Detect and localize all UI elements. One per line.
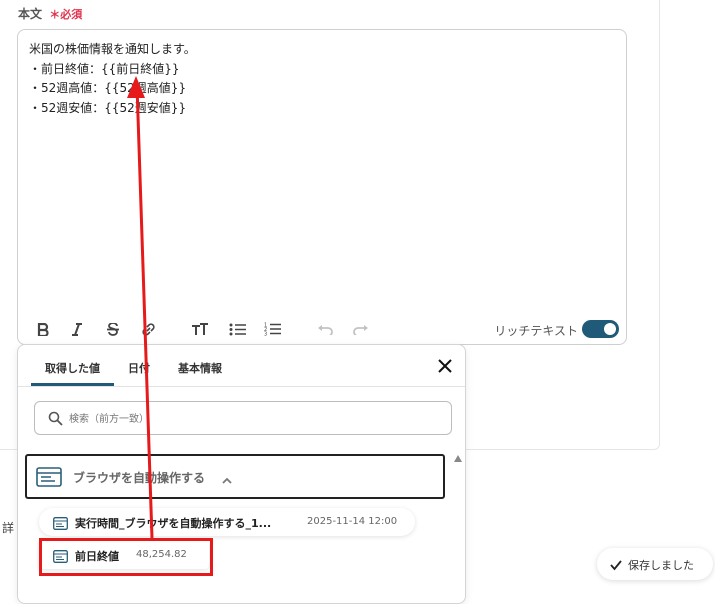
editor-line: ・前日終値：{{前日終値}} — [29, 61, 180, 76]
tab-date[interactable]: 日付 — [128, 360, 150, 376]
bold-icon[interactable] — [34, 320, 52, 338]
required-badge: ＊必須 — [49, 8, 83, 21]
field-label-text: 本文 — [18, 7, 43, 21]
list-item-value: 48,254.82 — [136, 549, 187, 560]
chevron-up-icon[interactable] — [221, 471, 233, 484]
link-icon[interactable] — [139, 320, 157, 338]
italic-icon[interactable] — [68, 320, 86, 338]
undo-icon[interactable] — [316, 320, 334, 338]
list-item-previous-close[interactable]: 前日終値 48,254.82 — [39, 541, 209, 569]
search-input[interactable] — [69, 409, 429, 429]
group-browser-automation[interactable]: ブラウザを自動操作する — [25, 454, 445, 499]
picker-tabs: 取得した値 日付 基本情報 — [18, 345, 465, 387]
scroll-up-arrow-icon[interactable] — [454, 455, 462, 462]
tab-retrieved-values[interactable]: 取得した値 — [31, 360, 114, 386]
list-item-label: 実行時間_ブラウザを自動操作する_1... — [75, 517, 272, 530]
editor-toolbar: 123 リッチテキスト — [18, 314, 626, 344]
rich-text-toggle[interactable] — [582, 320, 619, 338]
field-label: 本文 ＊必須 — [18, 5, 82, 22]
browser-window-icon — [53, 548, 68, 563]
check-icon — [609, 557, 623, 571]
detail-label-fragment: 詳 — [2, 521, 15, 535]
saved-label: 保存しました — [628, 559, 694, 572]
editor-content[interactable]: 米国の株価情報を通知します。 ・前日終値：{{前日終値}} ・52週高値：{{5… — [29, 40, 196, 118]
close-icon[interactable] — [437, 358, 453, 374]
list-item-label: 前日終値 — [75, 550, 119, 563]
tab-basic-info[interactable]: 基本情報 — [178, 360, 222, 376]
list-item-value: 2025-11-14 12:00 — [307, 516, 398, 527]
bullet-list-icon[interactable] — [228, 320, 246, 338]
browser-window-icon — [36, 467, 62, 487]
svg-text:3: 3 — [264, 332, 267, 337]
browser-window-icon — [53, 515, 68, 530]
editor-line: 米国の株価情報を通知します。 — [29, 42, 196, 56]
editor-line: ・52週安値：{{52週安値}} — [29, 100, 187, 115]
list-item-execution-time[interactable]: 実行時間_ブラウザを自動操作する_1... 2025-11-14 12:00 — [39, 508, 415, 536]
rich-text-label: リッチテキスト — [494, 324, 578, 338]
redo-icon[interactable] — [352, 320, 370, 338]
save-status-toast: 保存しました — [597, 548, 713, 580]
body-text-editor[interactable]: 米国の株価情報を通知します。 ・前日終値：{{前日終値}} ・52週高値：{{5… — [17, 29, 627, 345]
editor-line: ・52週高値：{{52週高値}} — [29, 81, 187, 95]
search-icon — [48, 411, 63, 426]
text-size-icon[interactable] — [191, 320, 209, 338]
group-label: ブラウザを自動操作する — [73, 471, 206, 485]
numbered-list-icon[interactable]: 123 — [263, 320, 281, 338]
search-field[interactable] — [34, 401, 452, 435]
strikethrough-icon[interactable] — [104, 320, 122, 338]
